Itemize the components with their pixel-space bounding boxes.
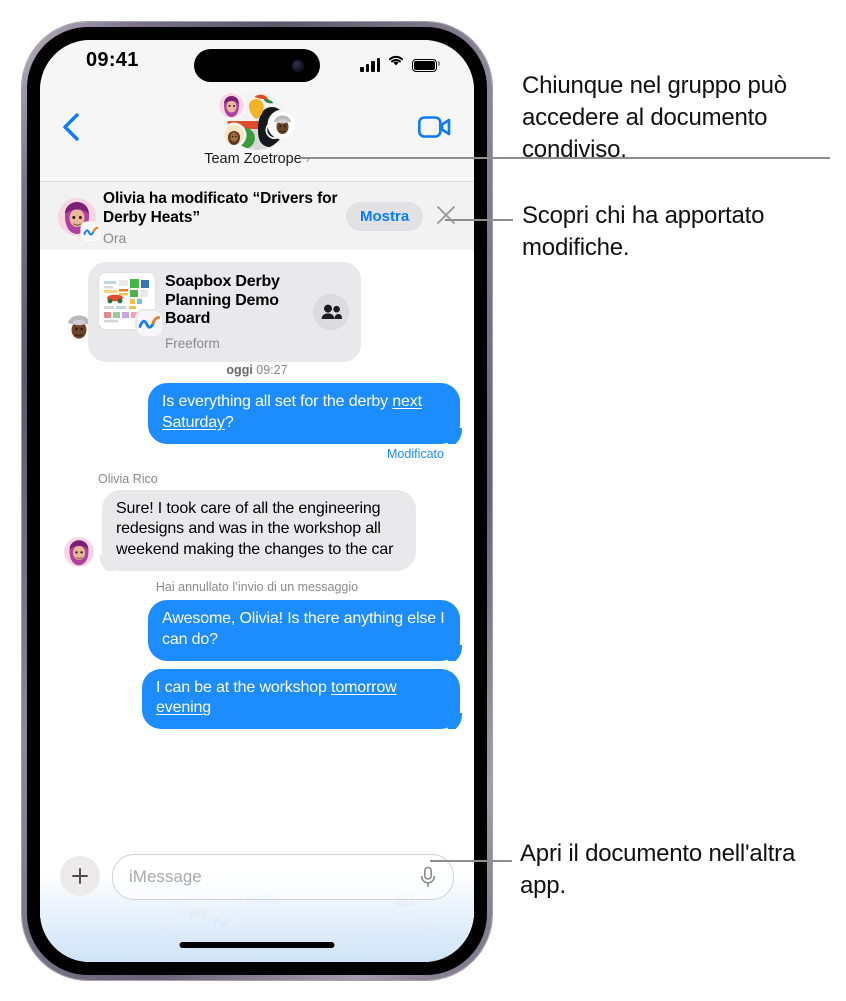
message-bubble-outgoing-3[interactable]: I can be at the workshop tomorrow evenin… (142, 668, 460, 730)
message-input-field[interactable]: iMessage (112, 854, 454, 900)
message-row-3: Awesome, Olivia! Is there anything else … (40, 599, 474, 661)
freeform-app-icon (82, 223, 100, 241)
device-bezel: 09:41 Team Zoetrope › Olivia ha modifica… (27, 27, 487, 975)
message-bubble-outgoing-2[interactable]: Awesome, Olivia! Is there anything else … (148, 599, 460, 661)
message-text-part-1: I can be at the workshop (156, 678, 332, 696)
message-bubble-incoming-1[interactable]: Sure! I took care of all the engineering… (102, 489, 416, 571)
message-row-4: I can be at the workshop tomorrow evenin… (40, 668, 474, 730)
add-attachment-icon[interactable] (60, 856, 100, 896)
back-chevron-icon[interactable] (58, 112, 84, 142)
conversation-timestamp: oggi 09:27 (40, 363, 474, 377)
freeform-app-icon (137, 311, 162, 336)
device-screen: 09:41 Team Zoetrope › Olivia ha modifica… (40, 40, 474, 962)
group-name-label: Team Zoetrope (204, 151, 302, 167)
message-input-bar: iMessage (40, 834, 474, 962)
message-input-placeholder: iMessage (129, 867, 202, 886)
iphone-device-frame: 09:41 Team Zoetrope › Olivia ha modifica… (22, 22, 492, 980)
facetime-video-icon[interactable] (417, 114, 452, 140)
message-bubble-outgoing-1[interactable]: Is everything all set for the derby next… (148, 383, 460, 444)
member-avatar-2 (224, 125, 244, 145)
message-row-1: Is everything all set for the derby next… (40, 383, 474, 461)
freeform-card-subtitle: Freeform (165, 336, 220, 352)
dynamic-island (194, 49, 320, 82)
close-icon[interactable] (435, 204, 457, 226)
status-bar: 09:41 (40, 40, 474, 86)
collaboration-notification-banner[interactable]: Olivia ha modificato “Drivers for Derby … (40, 182, 474, 251)
freeform-collaboration-card[interactable]: Soapbox Derby Planning Demo Board Freefo… (88, 262, 361, 363)
notification-show-button[interactable]: Mostra (346, 202, 424, 231)
battery-icon (412, 59, 440, 72)
message-row-freeform: Soapbox Derby Planning Demo Board Freefo… (40, 262, 474, 363)
unsend-system-note: Hai annullato l’invio di un messaggio (155, 579, 359, 594)
chevron-right-icon: › (305, 152, 310, 166)
callout-leader-line-2 (445, 219, 513, 221)
member-avatar-3 (270, 112, 295, 137)
edited-badge[interactable]: Modificato (54, 447, 460, 461)
message-text: Awesome, Olivia! Is there anything else … (162, 609, 445, 648)
message-row-2: Sure! I took care of all the engineering… (40, 489, 474, 571)
freeform-board-thumbnail (99, 273, 162, 336)
message-text: Sure! I took care of all the engineering… (116, 499, 394, 559)
status-bar-icons (360, 54, 440, 72)
callout-leader-line-3 (430, 860, 512, 862)
home-indicator[interactable] (179, 942, 335, 948)
notification-text-group: Olivia ha modificato “Drivers for Derby … (103, 190, 348, 246)
shared-with-people-icon[interactable] (313, 294, 349, 331)
callout-shared-doc: Chiunque nel gruppo può accedere al docu… (522, 72, 787, 163)
message-text-part-2: ? (224, 413, 234, 431)
wifi-icon (387, 53, 405, 72)
callout-open-doc: Apri il documento nell'altra app. (520, 840, 796, 899)
message-text-part-1: Is everything all set for the derby (162, 393, 393, 410)
sender-name-label: Olivia Rico (98, 471, 158, 486)
front-camera-icon (292, 59, 304, 72)
timestamp-day: oggi (226, 363, 253, 377)
sender-avatar-olivia (64, 536, 94, 567)
member-avatar-olivia (219, 93, 244, 118)
group-avatar-stack: 5 (162, 90, 352, 153)
status-bar-time: 09:41 (86, 49, 139, 71)
notification-timestamp: Ora (103, 229, 127, 246)
freeform-card-title: Soapbox Derby Planning Demo Board (165, 273, 280, 328)
microphone-icon[interactable] (418, 866, 438, 888)
callout-who-edited: Scopri chi ha apportato modifiche. (522, 202, 765, 261)
group-header[interactable]: 5 (162, 90, 352, 167)
notification-title: Olivia ha modificato “Drivers for Derby … (103, 190, 338, 226)
navigation-bar: 5 (40, 86, 474, 182)
cellular-signal-icon (360, 58, 380, 72)
timestamp-time: 09:27 (256, 363, 288, 377)
